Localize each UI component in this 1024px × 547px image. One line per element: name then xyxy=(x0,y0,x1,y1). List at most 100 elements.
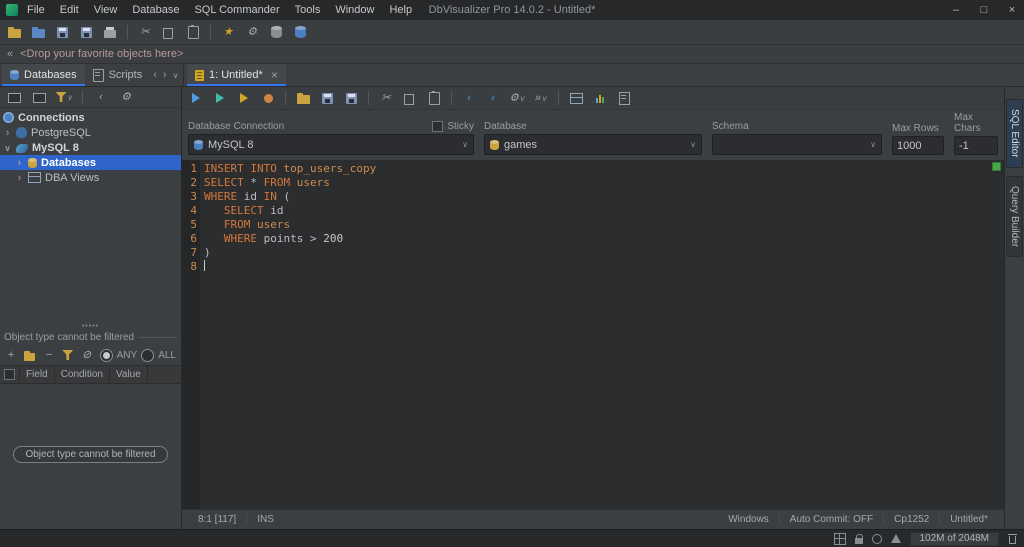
paste-icon[interactable] xyxy=(184,23,202,41)
menu-window[interactable]: Window xyxy=(335,4,374,16)
chevron-right-icon[interactable] xyxy=(15,172,24,184)
garbage-collect-icon[interactable] xyxy=(1008,534,1017,544)
copy-icon[interactable] xyxy=(160,23,178,41)
connections-tree: Connections PostgreSQL MySQL 8 Databases xyxy=(0,108,181,322)
sql-editor[interactable]: 12345678 INSERT INTO top_users_copySELEC… xyxy=(182,160,1004,509)
tree-item-connections[interactable]: Connections xyxy=(0,110,181,125)
lock-icon[interactable] xyxy=(855,538,863,544)
insert-mode[interactable]: INS xyxy=(246,514,284,525)
save-as-icon[interactable] xyxy=(77,23,95,41)
menu-edit[interactable]: Edit xyxy=(60,4,79,16)
save-script-icon[interactable] xyxy=(318,89,336,107)
filter-icon[interactable] xyxy=(55,88,73,106)
result-chart-icon[interactable] xyxy=(591,89,609,107)
chevron-right-icon[interactable] xyxy=(15,157,24,169)
radio-any[interactable] xyxy=(100,349,113,362)
driver-manager-icon[interactable] xyxy=(267,23,285,41)
tree-settings-icon[interactable] xyxy=(117,88,135,106)
column-field[interactable]: Field xyxy=(20,366,55,383)
tree-item-databases[interactable]: Databases xyxy=(0,155,181,170)
collapse-favorites-icon[interactable]: « xyxy=(7,48,13,60)
redo-icon[interactable] xyxy=(484,89,502,107)
settings-icon[interactable] xyxy=(243,23,261,41)
execute-explain-icon[interactable] xyxy=(235,89,253,107)
tab-databases[interactable]: Databases xyxy=(2,64,85,86)
splitter-handle[interactable] xyxy=(0,322,181,331)
new-folder-icon[interactable] xyxy=(29,23,47,41)
max-rows-input[interactable] xyxy=(892,136,944,155)
menu-view[interactable]: View xyxy=(94,4,118,16)
databases-folder-icon xyxy=(28,158,37,168)
bookmark-icon[interactable] xyxy=(219,23,237,41)
warning-icon[interactable] xyxy=(891,534,901,543)
next-tab-icon[interactable] xyxy=(160,64,170,86)
open-script-icon[interactable] xyxy=(294,89,312,107)
connections-icon[interactable] xyxy=(291,23,309,41)
maximize-button[interactable]: □ xyxy=(978,4,990,16)
prev-tab-icon[interactable] xyxy=(150,64,160,86)
auto-commit-status[interactable]: Auto Commit: OFF xyxy=(779,514,883,525)
tab-sql-editor[interactable]: SQL Editor xyxy=(1006,99,1023,168)
add-filter-icon[interactable]: + xyxy=(5,346,17,364)
undo-icon[interactable] xyxy=(460,89,478,107)
reset-filter-icon[interactable]: ⊘ xyxy=(81,346,93,364)
column-condition[interactable]: Condition xyxy=(55,366,110,383)
result-grid-icon[interactable] xyxy=(567,89,585,107)
log-icon[interactable] xyxy=(615,89,633,107)
sticky-checkbox[interactable] xyxy=(432,121,443,132)
close-button[interactable]: × xyxy=(1006,4,1018,16)
max-chars-input[interactable] xyxy=(954,136,998,155)
tab-list-icon[interactable] xyxy=(170,64,182,86)
radio-all[interactable] xyxy=(141,349,154,362)
cut-icon[interactable] xyxy=(377,89,395,107)
filter-folder-icon[interactable] xyxy=(24,346,36,364)
layout-grid-icon[interactable] xyxy=(834,533,846,545)
connection-select[interactable]: MySQL 8 xyxy=(188,134,474,155)
copy-icon[interactable] xyxy=(401,89,419,107)
status-indicator-icon[interactable] xyxy=(872,534,882,544)
tab-label: 1: Untitled* xyxy=(209,69,263,81)
sticky-option[interactable]: Sticky xyxy=(432,121,474,132)
menu-help[interactable]: Help xyxy=(389,4,412,16)
tab-untitled-1[interactable]: 1: Untitled* xyxy=(187,64,286,86)
column-value[interactable]: Value xyxy=(110,366,148,383)
connect-icon[interactable] xyxy=(5,88,23,106)
tab-query-builder[interactable]: Query Builder xyxy=(1006,176,1023,257)
memory-indicator[interactable]: 102M of 2048M xyxy=(910,532,1000,546)
menu-sql-commander[interactable]: SQL Commander xyxy=(194,4,279,16)
more-actions-icon[interactable] xyxy=(532,89,550,107)
close-tab-icon[interactable] xyxy=(271,68,278,82)
database-select[interactable]: games xyxy=(484,134,702,155)
tree-item-postgresql[interactable]: PostgreSQL xyxy=(0,125,181,140)
line-ending[interactable]: Windows xyxy=(718,514,779,525)
menu-database[interactable]: Database xyxy=(132,4,179,16)
chevron-right-icon[interactable] xyxy=(3,127,12,139)
apply-filter-icon[interactable] xyxy=(62,346,74,364)
disconnect-icon[interactable] xyxy=(30,88,48,106)
chevron-down-icon[interactable] xyxy=(3,142,12,154)
collapse-all-icon[interactable] xyxy=(92,88,110,106)
encoding[interactable]: Cp1252 xyxy=(883,514,939,525)
minimize-button[interactable]: – xyxy=(950,4,962,16)
format-sql-icon[interactable] xyxy=(508,89,526,107)
save-icon[interactable] xyxy=(53,23,71,41)
code-lines[interactable]: INSERT INTO top_users_copySELECT * FROM … xyxy=(200,160,1004,509)
open-folder-icon[interactable] xyxy=(5,23,23,41)
select-all-checkbox[interactable] xyxy=(4,369,15,380)
tree-item-mysql-8[interactable]: MySQL 8 xyxy=(0,140,181,155)
print-icon[interactable] xyxy=(101,23,119,41)
menu-file[interactable]: File xyxy=(27,4,45,16)
tab-scripts[interactable]: Scripts xyxy=(85,64,151,86)
tree-item-dba-views[interactable]: DBA Views xyxy=(0,170,181,185)
schema-select[interactable] xyxy=(712,134,882,155)
paste-icon[interactable] xyxy=(425,89,443,107)
execute-current-icon[interactable] xyxy=(211,89,229,107)
stop-icon[interactable] xyxy=(259,89,277,107)
remove-filter-icon[interactable]: − xyxy=(43,346,55,364)
toolbar-separator xyxy=(368,91,369,105)
cut-icon[interactable] xyxy=(136,23,154,41)
menu-tools[interactable]: Tools xyxy=(295,4,321,16)
max-rows-label: Max Rows xyxy=(892,123,939,134)
save-script-as-icon[interactable] xyxy=(342,89,360,107)
execute-icon[interactable] xyxy=(187,89,205,107)
